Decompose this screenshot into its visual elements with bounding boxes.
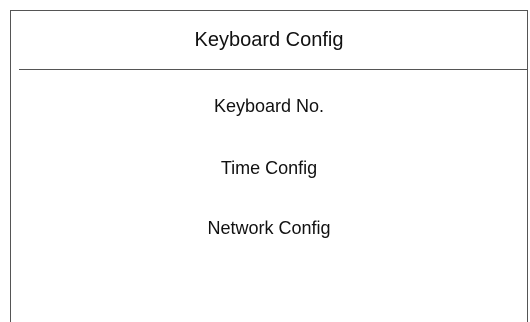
keyboard-config-panel: Keyboard Config Keyboard No. Time Config… [10, 10, 528, 322]
menu-item-time-config[interactable]: Time Config [11, 158, 527, 179]
menu-item-keyboard-no[interactable]: Keyboard No. [11, 96, 527, 117]
menu-item-network-config[interactable]: Network Config [11, 218, 527, 239]
page-title: Keyboard Config [194, 29, 344, 51]
title-divider [19, 69, 527, 70]
